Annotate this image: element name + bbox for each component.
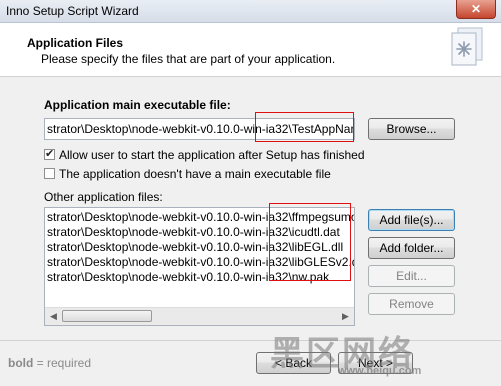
main-exe-label: Application main executable file: bbox=[44, 98, 231, 112]
other-files-label: Other application files: bbox=[44, 190, 163, 204]
no-main-exe-label: The application doesn't have a main exec… bbox=[59, 167, 331, 181]
check-icon: ✔ bbox=[45, 148, 55, 160]
page-title: Application Files bbox=[27, 36, 124, 50]
wizard-icon bbox=[451, 27, 483, 66]
no-main-exe-checkbox[interactable] bbox=[44, 168, 55, 179]
scroll-left-icon[interactable]: ◀ bbox=[45, 308, 62, 325]
close-icon: ✕ bbox=[470, 2, 482, 16]
wizard-header: Application Files Please specify the fil… bbox=[0, 23, 501, 77]
scroll-thumb[interactable] bbox=[62, 310, 152, 322]
add-folder-button[interactable]: Add folder... bbox=[368, 237, 455, 259]
scroll-right-icon[interactable]: ▶ bbox=[337, 308, 354, 325]
allow-start-checkbox[interactable]: ✔ bbox=[44, 148, 55, 160]
allow-start-label: Allow user to start the application afte… bbox=[59, 148, 365, 162]
remove-button[interactable]: Remove bbox=[368, 293, 455, 315]
window-title: Inno Setup Script Wizard bbox=[6, 4, 139, 18]
required-legend: bold = required bbox=[8, 356, 92, 370]
page-subtitle: Please specify the files that are part o… bbox=[41, 52, 336, 66]
add-files-button[interactable]: Add file(s)... bbox=[368, 209, 455, 231]
close-button[interactable]: ✕ bbox=[456, 0, 496, 19]
browse-button[interactable]: Browse... bbox=[368, 118, 455, 140]
highlight-main-exe bbox=[255, 112, 354, 142]
horizontal-scrollbar[interactable]: ◀ ▶ bbox=[45, 307, 354, 325]
edit-button[interactable]: Edit... bbox=[368, 265, 455, 287]
highlight-other-files bbox=[269, 203, 351, 281]
title-bar: Inno Setup Script Wizard ✕ bbox=[0, 0, 501, 23]
watermark-logo: 黑区网络 www.heiqu.com bbox=[270, 335, 422, 377]
